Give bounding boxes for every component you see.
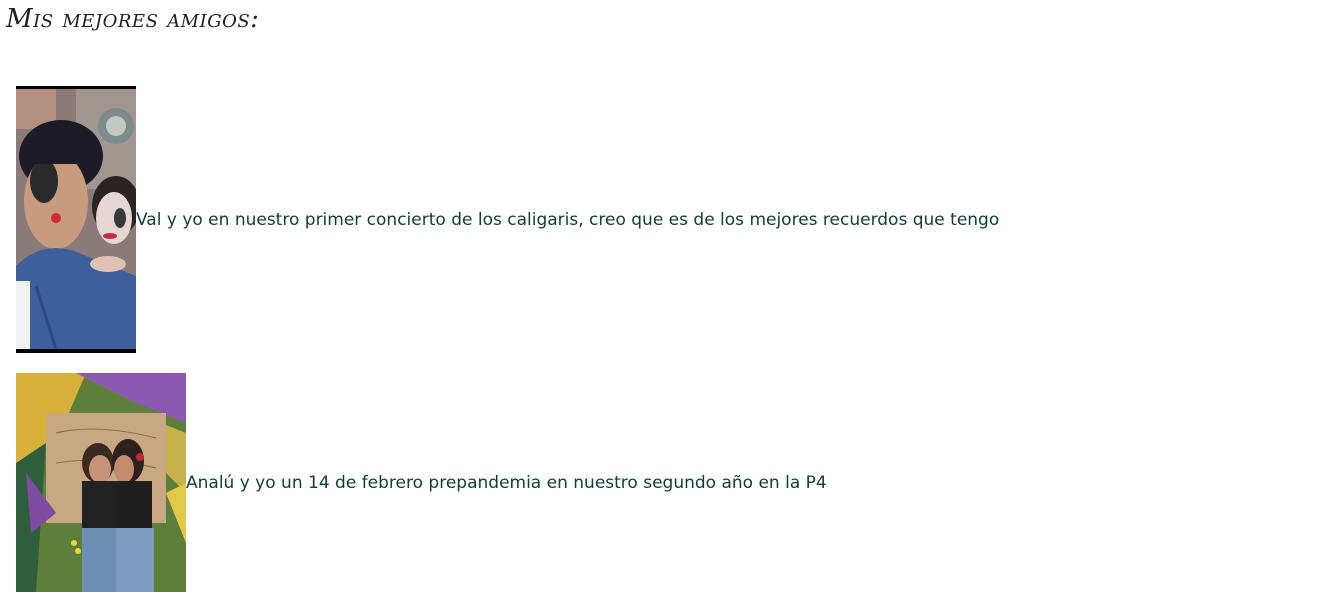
page-title: Mis mejores amigos: [6,4,260,34]
mural-friends-photo [16,373,186,592]
friend-item-analu: Analú y yo un 14 de febrero prepandemia … [16,373,827,592]
friend-caption: Analú y yo un 14 de febrero prepandemia … [186,472,827,493]
concert-selfie-photo [16,86,136,353]
friend-item-val: Val y yo en nuestro primer concierto de … [16,86,999,353]
friend-caption: Val y yo en nuestro primer concierto de … [136,209,1000,230]
